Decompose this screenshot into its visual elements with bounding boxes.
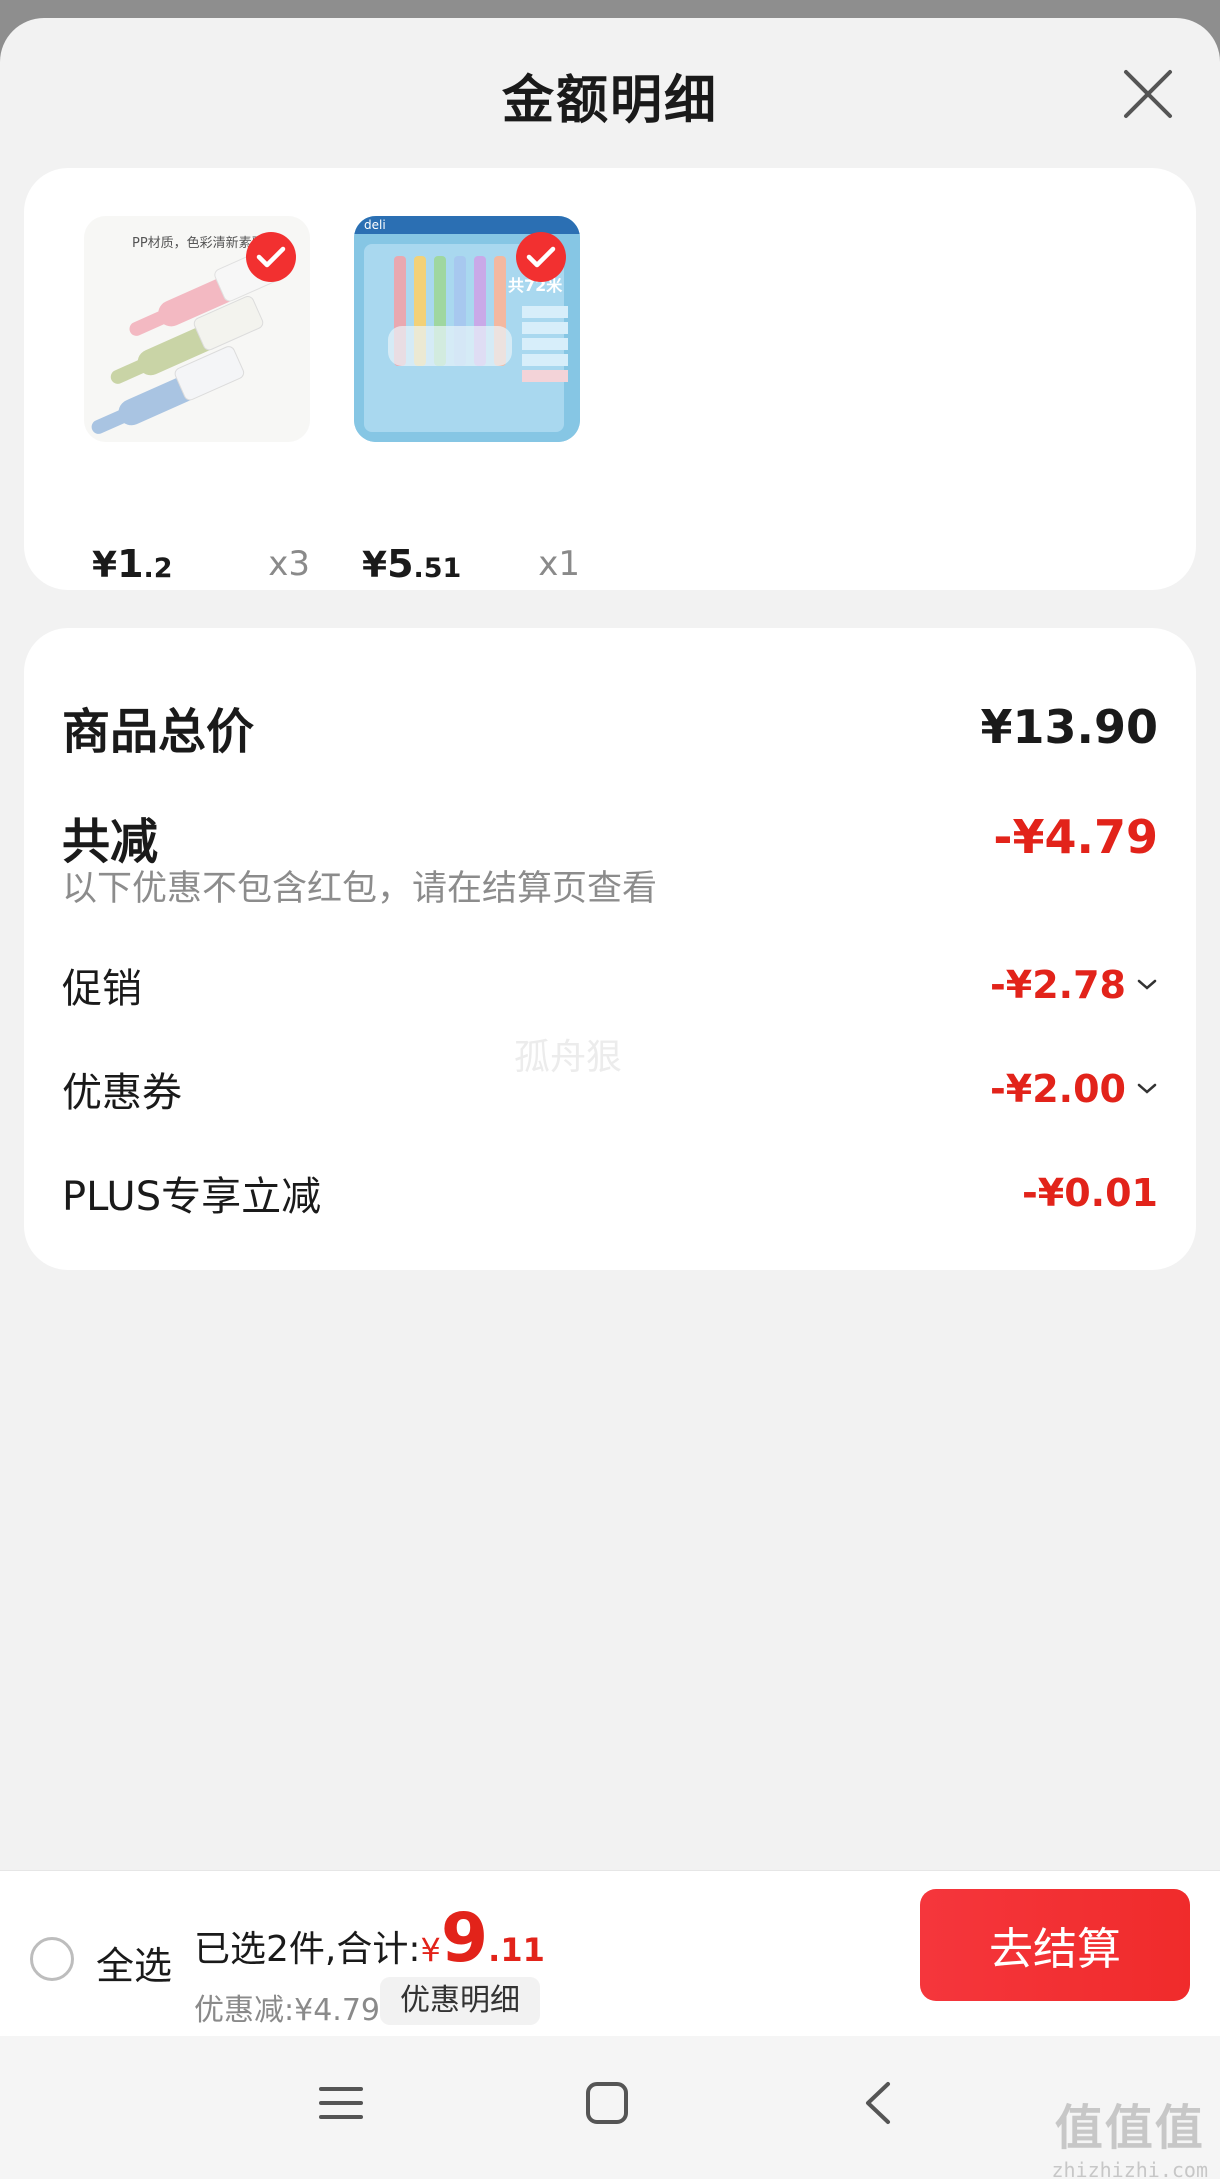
home-icon[interactable] [584, 2080, 630, 2126]
select-all-radio[interactable] [30, 1937, 74, 1981]
total-label: 商品总价 [62, 704, 255, 760]
total-row: 商品总价 ¥13.90 [62, 692, 1158, 762]
checkout-bar: 全选 已选2件,合计:¥9.11 优惠减:¥4.79 优惠明细 去结算 [0, 1870, 1220, 2037]
chevron-down-icon [1137, 979, 1157, 990]
price-breakdown-card: 商品总价 ¥13.90 共减 -¥4.79 以下优惠不包含红包，请在结算页查看 … [24, 628, 1196, 1270]
product-image-brushes: PP材质，色彩清新素雅 [84, 216, 310, 442]
promotion-row[interactable]: 促销 -¥2.78 [62, 956, 1158, 1014]
sheet-title: 金额明细 [501, 71, 718, 131]
select-all-label[interactable]: 全选 [96, 1935, 172, 1990]
coupon-value: -¥2.00 [990, 1067, 1158, 1111]
products-card: PP材质，色彩清新素雅 ¥1.2 x3 deli 共72米 ¥5.51 x1 [24, 168, 1196, 590]
total-value: ¥13.90 [980, 700, 1158, 754]
discount-detail-button[interactable]: 优惠明细 [380, 1977, 540, 2025]
promotion-value: -¥2.78 [990, 963, 1158, 1007]
product-price: ¥1.2 [92, 542, 173, 586]
selected-check-icon[interactable] [246, 232, 296, 282]
product-brand-text: deli [364, 218, 386, 232]
close-icon[interactable] [1120, 66, 1176, 122]
amount-detail-sheet: 金额明细 PP材质，色彩清新素雅 ¥1.2 x3 deli 共72米 ¥5.51… [0, 18, 1220, 2179]
product-quantity: x1 [538, 544, 580, 584]
reduce-value: -¥4.79 [993, 810, 1158, 864]
product-image-caption: PP材质，色彩清新素雅 [132, 236, 265, 251]
coupon-row[interactable]: 优惠券 -¥2.00 [62, 1060, 1158, 1118]
menu-icon[interactable] [318, 2080, 364, 2126]
coupon-label: 优惠券 [62, 1070, 182, 1116]
discount-note: 以下优惠不包含红包，请在结算页查看 [62, 869, 658, 909]
product-price: ¥5.51 [362, 542, 462, 586]
plus-discount-row: PLUS专享立减 -¥0.01 [62, 1164, 1158, 1222]
chevron-down-icon [1137, 1083, 1157, 1094]
discount-summary: 优惠减:¥4.79 [194, 1993, 380, 2028]
site-logo: 值值值 zhizhizhi.com [1051, 2100, 1208, 2179]
system-nav-bar [0, 2036, 1220, 2179]
promotion-label: 促销 [62, 966, 142, 1012]
selected-check-icon[interactable] [516, 232, 566, 282]
plus-discount-label: PLUS专享立减 [62, 1174, 322, 1220]
checkout-button[interactable]: 去结算 [920, 1889, 1190, 2001]
selected-summary: 已选2件,合计:¥9.11 [194, 1899, 545, 1978]
plus-discount-value: -¥0.01 [1022, 1171, 1158, 1215]
back-icon[interactable] [856, 2080, 902, 2126]
product-image-tape: deli 共72米 [354, 216, 580, 442]
product-quantity: x3 [268, 544, 310, 584]
